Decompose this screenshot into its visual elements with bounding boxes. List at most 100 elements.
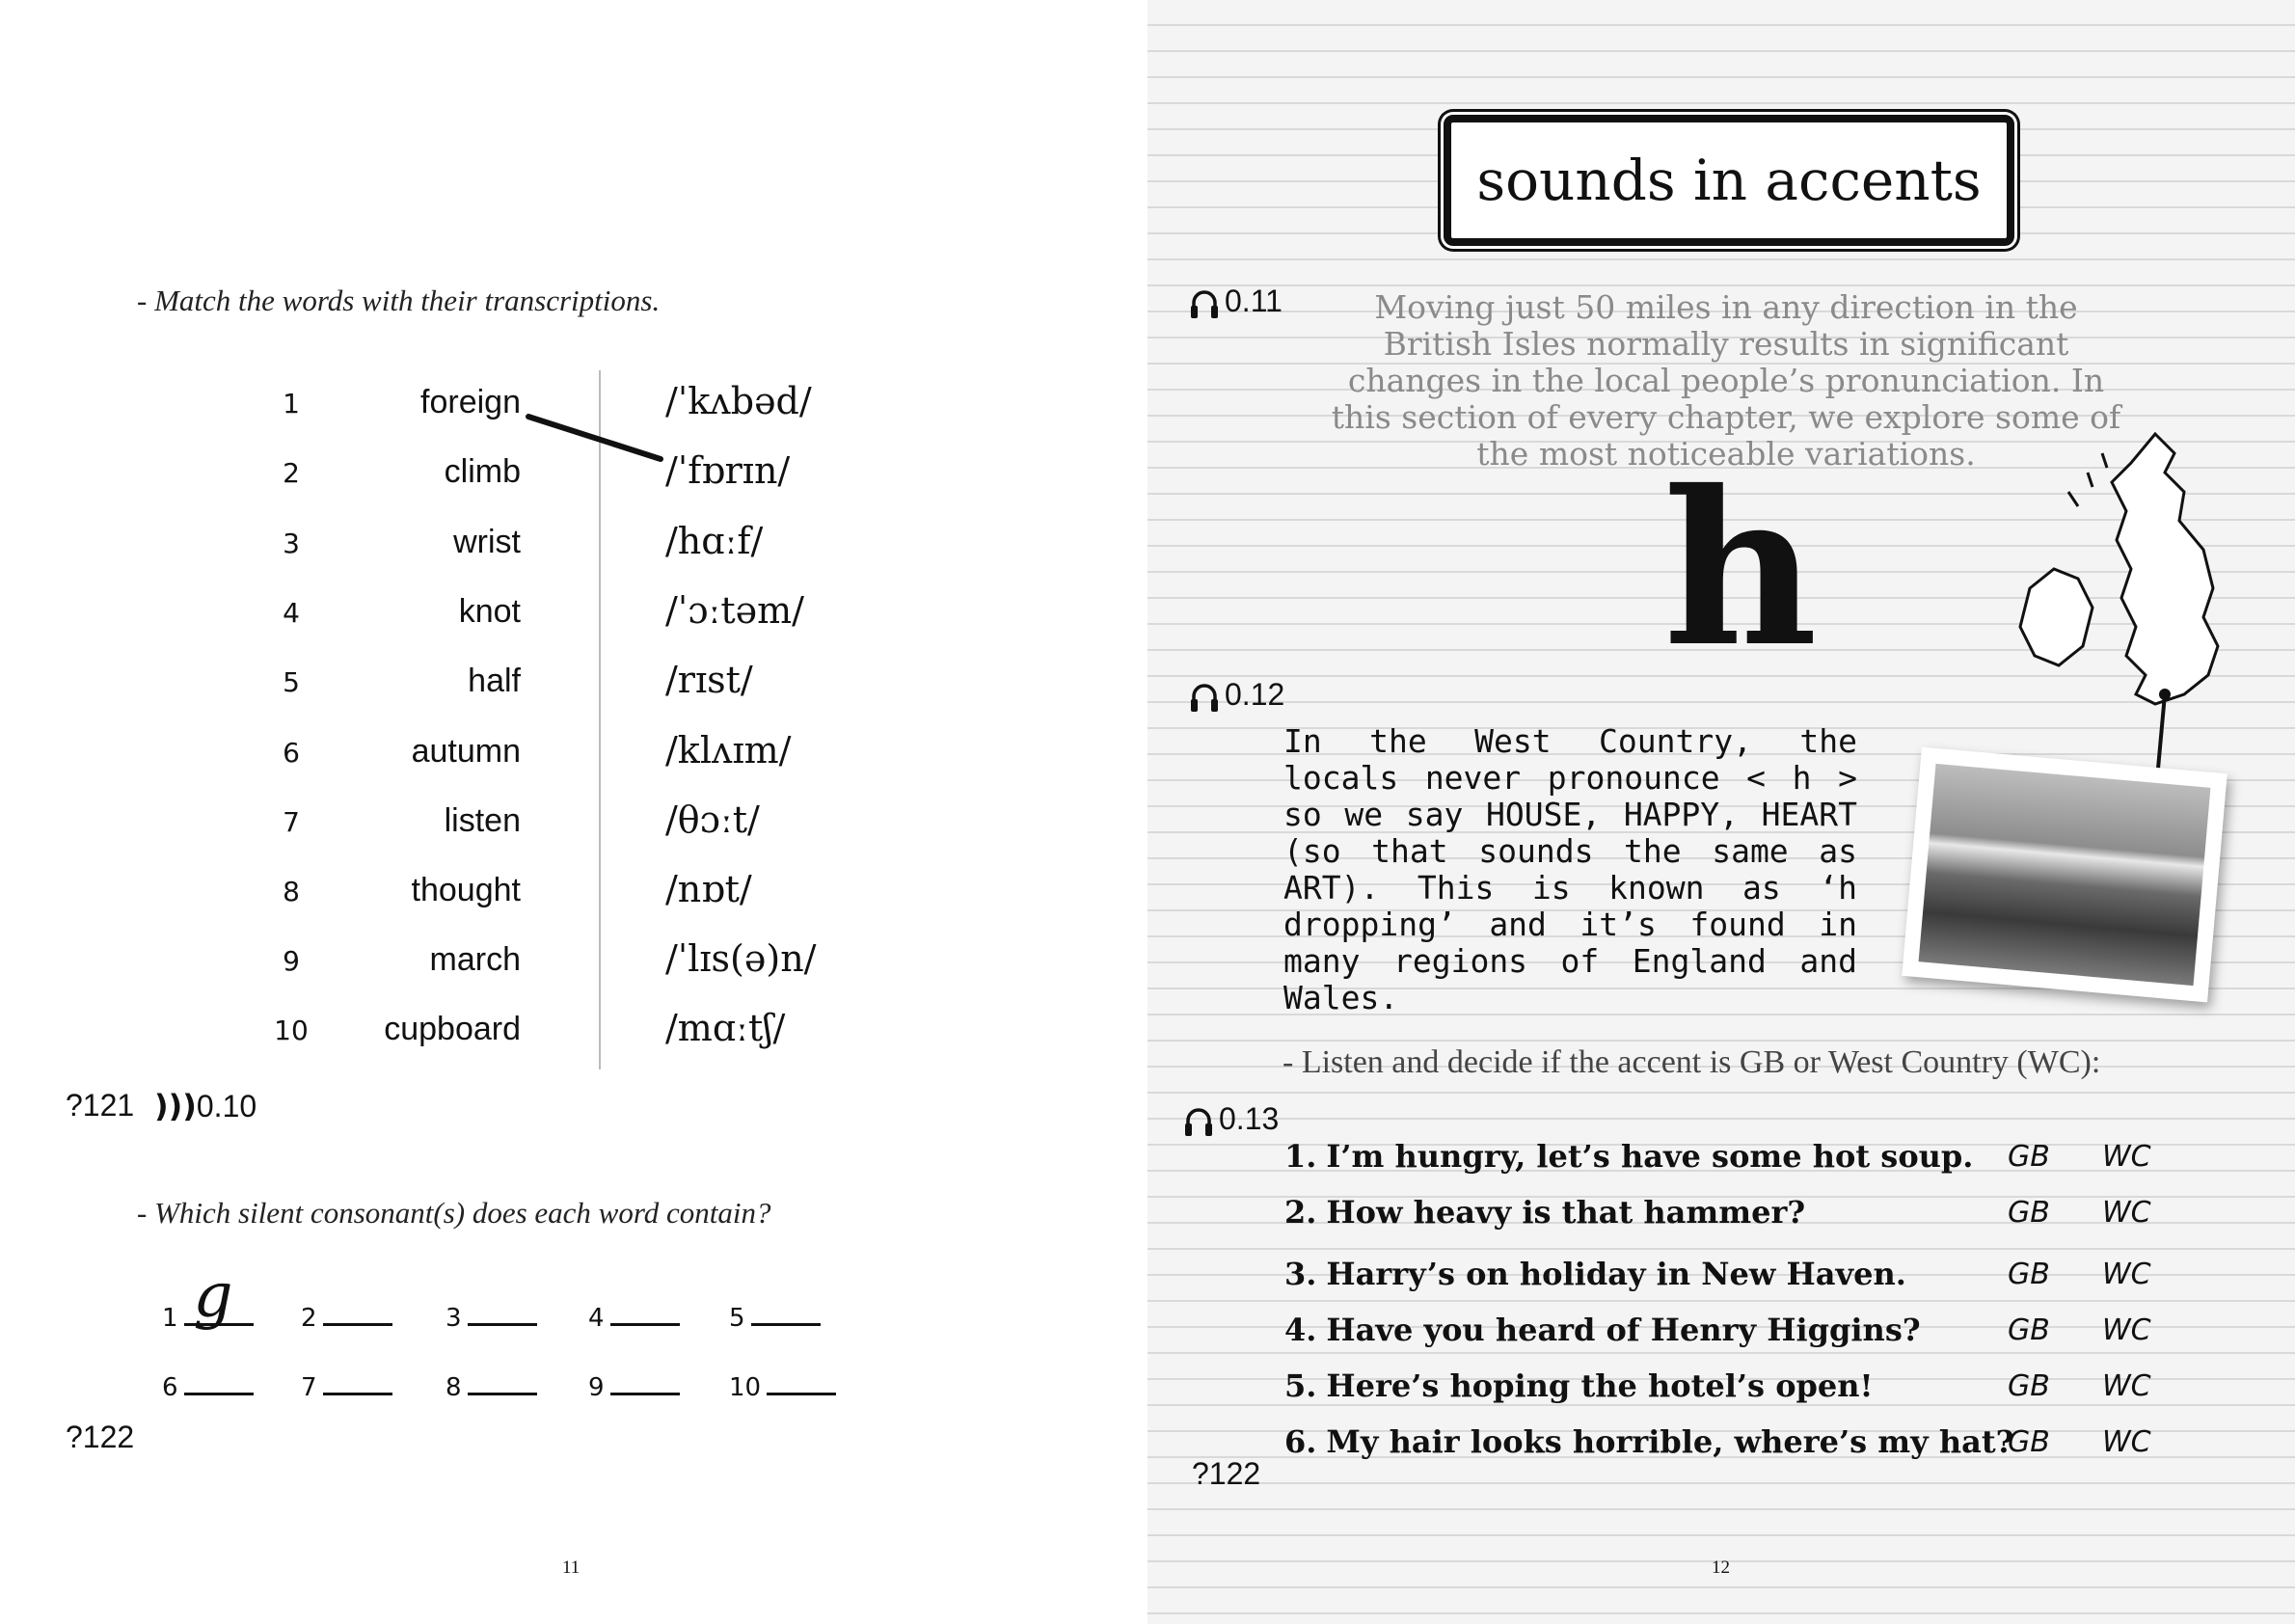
- harbour-photo: [1902, 746, 2228, 1003]
- blank-number: 9: [588, 1373, 605, 1402]
- blank-line[interactable]: g: [183, 1265, 254, 1327]
- option-wc[interactable]: WC: [2102, 1425, 2151, 1459]
- answer-blank[interactable]: 3: [446, 1304, 537, 1333]
- reference-122-right: ?122: [1192, 1456, 1261, 1491]
- blank-line[interactable]: [767, 1373, 837, 1395]
- instruction-match: - Match the words with their transcripti…: [137, 284, 661, 317]
- option-gb[interactable]: GB: [2008, 1369, 2050, 1403]
- blank-number: 8: [446, 1373, 462, 1402]
- answer-blank[interactable]: 5: [729, 1304, 821, 1333]
- blank-line[interactable]: [467, 1304, 537, 1326]
- pair-transcription[interactable]: /klʌɪm/: [665, 729, 791, 771]
- column-divider: [599, 370, 601, 1069]
- pair-transcription[interactable]: /ˈfɒrɪn/: [665, 449, 790, 492]
- sound-wave-icon: ))): [154, 1088, 197, 1124]
- blank-line[interactable]: [322, 1373, 392, 1395]
- pair-word[interactable]: cupboard: [270, 1011, 521, 1048]
- section-title: sounds in accents: [1476, 148, 1982, 213]
- sentence-text: Here’s hoping the hotel’s open!: [1326, 1367, 1874, 1404]
- pair-word[interactable]: foreign: [270, 384, 521, 421]
- audio-track-013[interactable]: 0.13: [1184, 1101, 1279, 1137]
- pair-word[interactable]: listen: [270, 802, 521, 840]
- pair-word[interactable]: march: [270, 941, 521, 979]
- option-wc[interactable]: WC: [2102, 1313, 2151, 1347]
- pair-word[interactable]: knot: [270, 593, 521, 631]
- blank-number: 6: [162, 1373, 178, 1402]
- audio-track-012[interactable]: 0.12: [1190, 677, 1284, 713]
- match-line: [526, 414, 663, 462]
- blank-line[interactable]: [750, 1304, 821, 1326]
- sentence-number: 1.: [1284, 1138, 1317, 1175]
- pair-transcription[interactable]: /θɔːt/: [665, 798, 760, 841]
- option-wc[interactable]: WC: [2102, 1369, 2151, 1403]
- pair-word[interactable]: half: [270, 663, 521, 700]
- sentence-number: 5.: [1284, 1367, 1317, 1404]
- headphones-icon: [1191, 289, 1218, 318]
- pair-word[interactable]: climb: [270, 453, 521, 491]
- sentence-item: 6. My hair looks horrible, where’s my hat…: [1284, 1423, 2013, 1460]
- option-gb[interactable]: GB: [2008, 1140, 2050, 1174]
- sentence-number: 2.: [1284, 1194, 1317, 1231]
- blank-number: 7: [301, 1373, 317, 1402]
- pair-transcription[interactable]: /ˈlɪs(ə)n/: [665, 937, 816, 980]
- pair-transcription[interactable]: /mɑːtʃ/: [665, 1007, 785, 1049]
- pair-transcription[interactable]: /ˈkʌbəd/: [665, 380, 812, 422]
- audio-track-010[interactable]: )))0.10: [154, 1088, 256, 1124]
- sentence-item: 3. Harry’s on holiday in New Haven.: [1284, 1256, 1906, 1292]
- option-wc[interactable]: WC: [2102, 1258, 2151, 1291]
- sentence-text: My hair looks horrible, where’s my hat?: [1326, 1423, 2014, 1460]
- page-number-left: 11: [562, 1557, 580, 1578]
- option-gb[interactable]: GB: [2008, 1313, 2050, 1347]
- option-gb[interactable]: GB: [2008, 1425, 2050, 1459]
- answer-blank[interactable]: 2: [301, 1304, 392, 1333]
- pair-transcription[interactable]: /nɒt/: [665, 868, 752, 910]
- left-page: - Match the words with their transcripti…: [0, 0, 1148, 1624]
- blank-line[interactable]: [322, 1304, 392, 1326]
- headphones-icon: [1191, 683, 1218, 712]
- big-letter-h: h: [1663, 444, 1818, 693]
- page-number-right: 12: [1712, 1557, 1730, 1578]
- blank-number: 3: [446, 1304, 462, 1333]
- handwritten-answer: g: [193, 1260, 233, 1332]
- blank-line[interactable]: [609, 1373, 680, 1395]
- intro-line: Moving just 50 miles in any direction in…: [1374, 288, 2078, 326]
- answer-blank[interactable]: 7: [301, 1373, 392, 1402]
- west-country-text: In the West Country, the locals never pr…: [1283, 722, 1857, 1016]
- sentence-text: How heavy is that hammer?: [1326, 1194, 1806, 1231]
- pair-transcription[interactable]: /ˈɔːtəm/: [665, 589, 804, 632]
- blank-line[interactable]: [467, 1373, 537, 1395]
- answer-blank[interactable]: 10: [729, 1373, 837, 1402]
- section-title-box: sounds in accents: [1444, 115, 2014, 246]
- instruction-silent: - Which silent consonant(s) does each wo…: [137, 1196, 771, 1230]
- sentence-number: 3.: [1284, 1256, 1317, 1292]
- blank-number: 4: [588, 1304, 605, 1333]
- pair-transcription[interactable]: /hɑːf/: [665, 520, 763, 562]
- blank-line[interactable]: [609, 1304, 680, 1326]
- pair-word[interactable]: autumn: [270, 733, 521, 771]
- reference-121: ?121: [66, 1088, 134, 1123]
- pair-word[interactable]: wrist: [270, 524, 521, 561]
- photo-image: [1918, 763, 2211, 987]
- option-wc[interactable]: WC: [2102, 1140, 2151, 1174]
- sentence-item: 1. I’m hungry, let’s have some hot soup.: [1284, 1138, 1973, 1175]
- answer-blank[interactable]: 9: [588, 1373, 680, 1402]
- answer-blank[interactable]: 6: [162, 1373, 254, 1402]
- question-mark-ref: ?121: [66, 1088, 135, 1123]
- answer-blank[interactable]: 4: [588, 1304, 680, 1333]
- option-gb[interactable]: GB: [2008, 1196, 2050, 1230]
- answer-blank[interactable]: 8: [446, 1373, 537, 1402]
- answer-blank[interactable]: 1g: [162, 1265, 254, 1333]
- blank-number: 1: [162, 1304, 178, 1333]
- sentence-item: 2. How heavy is that hammer?: [1284, 1194, 1805, 1231]
- blank-number: 2: [301, 1304, 317, 1333]
- pair-transcription[interactable]: /rɪst/: [665, 659, 753, 701]
- audio-track-011[interactable]: 0.11: [1190, 284, 1282, 319]
- option-wc[interactable]: WC: [2102, 1196, 2151, 1230]
- reference-122-left: ?122: [66, 1420, 135, 1454]
- listen-instruction: - Listen and decide if the accent is GB …: [1282, 1044, 2101, 1080]
- option-gb[interactable]: GB: [2008, 1258, 2050, 1291]
- pair-word[interactable]: thought: [270, 872, 521, 909]
- sentence-item: 5. Here’s hoping the hotel’s open!: [1284, 1367, 1874, 1404]
- sentence-number: 4.: [1284, 1312, 1317, 1348]
- blank-line[interactable]: [183, 1373, 254, 1395]
